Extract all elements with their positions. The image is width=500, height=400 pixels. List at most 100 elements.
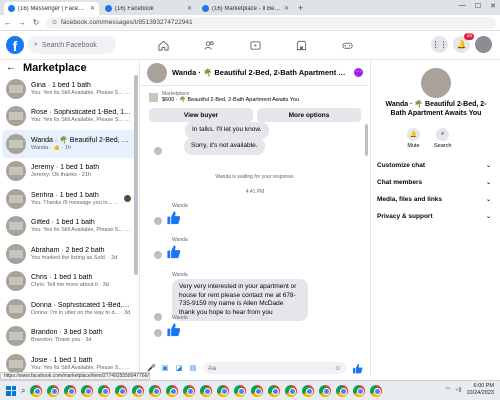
sidebar-scrollbar[interactable] <box>134 75 138 275</box>
chrome-icon[interactable] <box>268 384 281 397</box>
listing-thumbnail <box>6 106 26 127</box>
thumbs-up-icon <box>167 245 181 259</box>
address-bar: ← → ↻ ⊙ facebook.com/messages/t/85139327… <box>0 15 500 31</box>
home-nav-button[interactable] <box>140 36 186 54</box>
chrome-icon[interactable] <box>149 384 162 397</box>
chrome-icon[interactable] <box>319 384 332 397</box>
conversation-item[interactable]: Donna · Sophisticated 1-Bed, 1-B... Donna… <box>0 295 139 323</box>
gif-icon[interactable]: ▤ <box>189 364 197 372</box>
site-info-icon[interactable]: ⊙ <box>52 19 57 26</box>
chrome-icon[interactable] <box>30 384 43 397</box>
taskbar: ⌕ ◠ ◁) 6:00 PM 10/24/2023 <box>0 380 500 400</box>
conversation-item[interactable]: Jeremy · 1 bed 1 bath Jeremy: Ok thanks ·… <box>0 158 139 186</box>
chrome-icon[interactable] <box>98 384 111 397</box>
conversation-item[interactable]: Senhra · 1 bed 1 bath You: Thanks i'll me… <box>0 185 139 213</box>
listing-info[interactable]: Marketplace $600 · 🌴 Beautiful 2-Bed, 2-… <box>141 86 369 108</box>
chrome-icon[interactable] <box>64 384 77 397</box>
back-arrow-icon[interactable]: ← <box>4 18 12 27</box>
chrome-icon[interactable] <box>370 384 383 397</box>
system-tray: ◠ ◁) 6:00 PM 10/24/2023 <box>446 383 494 397</box>
profile-avatar[interactable] <box>475 36 492 53</box>
chrome-icon[interactable] <box>183 384 196 397</box>
close-window-icon[interactable]: ✕ <box>490 2 496 10</box>
notifications-button[interactable]: 🔔 16 <box>453 33 474 53</box>
microphone-icon[interactable]: 🎤 <box>147 364 156 372</box>
privacy-support-item[interactable]: Privacy & support ⌄ <box>377 208 495 225</box>
chevron-down-icon: ⌄ <box>485 180 491 186</box>
more-options-button[interactable]: More options <box>257 108 361 122</box>
conversation-item[interactable]: Abraham · 2 bed 2 bath You marked the lis… <box>0 240 139 268</box>
chrome-icon[interactable] <box>336 384 349 397</box>
photo-icon[interactable]: ▣ <box>161 364 169 372</box>
search-conversation-button[interactable]: ⌕ Search <box>434 128 451 149</box>
chrome-icon[interactable] <box>302 384 315 397</box>
view-buyer-button[interactable]: View buyer <box>149 108 253 122</box>
chat-title[interactable]: Wanda · 🌴 Beautiful 2-Bed, 2-Bath Apartm… <box>172 68 350 77</box>
chrome-icon[interactable] <box>200 384 213 397</box>
gaming-nav-button[interactable] <box>324 36 370 54</box>
new-tab-button[interactable]: + <box>298 2 303 15</box>
wifi-icon[interactable]: ◠ <box>446 387 451 393</box>
browser-tab-marketplace[interactable]: (16) Marketplace - Il Beautiful ✕ <box>198 2 293 15</box>
media-files-links-item[interactable]: Media, files and links ⌄ <box>377 191 495 208</box>
menu-button[interactable]: ⋮⋮ <box>431 36 448 53</box>
conversation-item[interactable]: Gifted · 1 bed 1 bath You: Yes Its Still … <box>0 213 139 241</box>
windows-start-icon[interactable] <box>6 385 16 396</box>
browser-tab-messenger[interactable]: (16) Messenger | Facebook ✕ <box>4 2 99 15</box>
reload-icon[interactable]: ↻ <box>32 18 40 27</box>
forward-arrow-icon[interactable]: → <box>18 18 26 27</box>
minimize-icon[interactable]: — <box>459 2 466 10</box>
emoji-icon[interactable]: ☺ <box>334 365 341 372</box>
chrome-icon[interactable] <box>217 384 230 397</box>
quick-reply-not-available[interactable]: Sorry, it's not available. <box>184 138 265 155</box>
chrome-icon[interactable] <box>166 384 179 397</box>
url-field[interactable]: ⊙ facebook.com/messages/t/85139327472294… <box>46 16 496 29</box>
chrome-icon[interactable] <box>251 384 264 397</box>
chat-scrollbar[interactable] <box>365 124 368 156</box>
conversation-name: Brandon · 3 bed 3 bath <box>31 329 103 337</box>
chrome-icon[interactable] <box>115 384 128 397</box>
mute-button[interactable]: 🔔 Mute <box>407 128 420 149</box>
conversation-item[interactable]: Gina · 1 bed 1 bath You: Yes Its Still Av… <box>0 75 139 103</box>
menu-label: Media, files and links <box>377 196 443 203</box>
marketplace-nav-button[interactable] <box>278 36 324 54</box>
close-icon[interactable]: ✕ <box>90 5 95 12</box>
browser-tab-facebook[interactable]: (16) Facebook ✕ <box>101 2 196 15</box>
menu-label: Privacy & support <box>377 213 433 220</box>
conversation-item[interactable]: Chris · 1 bed 1 bath Chris: Tell me more … <box>0 268 139 296</box>
conversation-snippet: You: Yes Its Still Available, Please S..… <box>31 227 131 234</box>
details-menu: Customize chat ⌄ Chat members ⌄ Media, fil… <box>377 157 495 225</box>
chrome-icon[interactable] <box>47 384 60 397</box>
conversation-snippet: You: Thanks i'll message you in... · 23h <box>31 199 121 206</box>
chat-members-item[interactable]: Chat members ⌄ <box>377 174 495 191</box>
search-input[interactable]: ⌕ Search Facebook <box>28 36 116 54</box>
sticker-icon[interactable]: ◪ <box>175 364 183 372</box>
clock[interactable]: 6:00 PM 10/24/2023 <box>466 383 494 397</box>
chrome-icon[interactable] <box>81 384 94 397</box>
chrome-icon[interactable] <box>132 384 145 397</box>
chat-avatar[interactable] <box>147 62 167 83</box>
facebook-logo[interactable]: f <box>6 36 24 54</box>
volume-icon[interactable]: ◁) <box>455 387 461 393</box>
close-icon[interactable]: ✕ <box>187 5 192 12</box>
customize-chat-item[interactable]: Customize chat ⌄ <box>377 157 495 174</box>
chrome-icon[interactable] <box>234 384 247 397</box>
conversation-item[interactable]: Rose · Sophisticated 1-Bed, 1-Bath...You… <box>0 103 139 131</box>
quick-reply-in-talks[interactable]: In talks. I'll let you know. <box>185 122 269 139</box>
chrome-icon[interactable] <box>285 384 298 397</box>
back-arrow-icon[interactable]: ← <box>6 62 16 73</box>
friends-nav-button[interactable] <box>186 36 232 54</box>
close-icon[interactable]: ✕ <box>284 5 289 12</box>
message-input[interactable]: Aa ☺ <box>203 362 346 374</box>
search-icon[interactable]: ⌕ <box>21 386 25 396</box>
home-icon <box>157 40 169 51</box>
conversation-item[interactable]: Brandon · 3 bed 3 bath Brandon: Thank you… <box>0 323 139 351</box>
more-options-icon[interactable]: ⋯ <box>354 68 363 77</box>
conversation-item-selected[interactable]: Wanda · 🌴 Beautiful 2-Bed, 2-B... Wanda ·… <box>2 130 137 158</box>
bell-icon: 🔔 <box>407 128 420 141</box>
chrome-icon[interactable] <box>353 384 366 397</box>
video-nav-button[interactable] <box>232 36 278 54</box>
thumbs-up-icon[interactable] <box>352 363 363 374</box>
maximize-icon[interactable]: ☐ <box>475 2 481 10</box>
marketplace-icon <box>296 40 306 50</box>
